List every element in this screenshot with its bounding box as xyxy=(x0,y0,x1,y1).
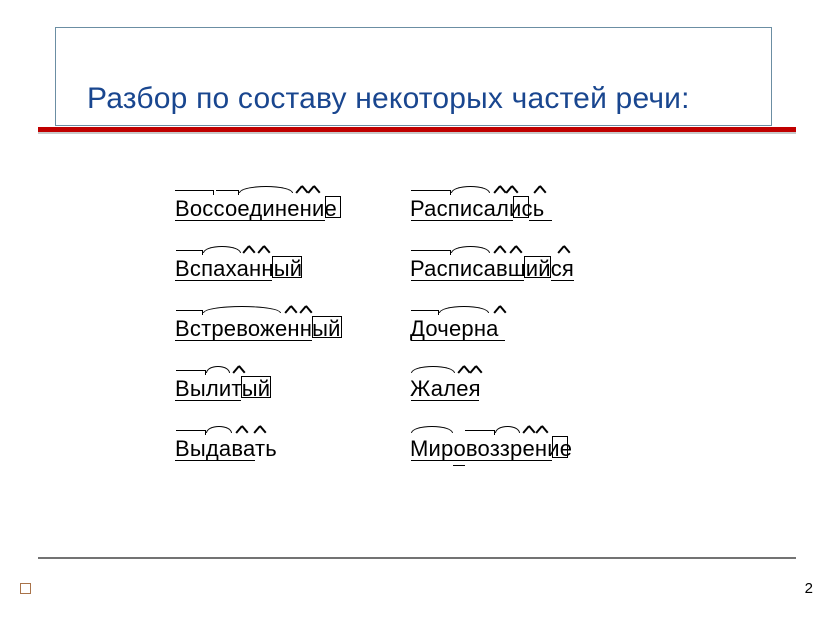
stem-underline xyxy=(175,340,312,341)
prefix-mark xyxy=(175,190,214,195)
morpheme-table: Воссоединение Расписались Вспаханный Рас… xyxy=(175,178,670,488)
root-arc xyxy=(411,426,453,433)
suffix-caret xyxy=(242,246,254,254)
prefix-mark xyxy=(176,370,206,375)
prefix-mark xyxy=(465,430,495,435)
ending-box xyxy=(312,316,342,338)
ending-box xyxy=(272,256,302,278)
stem-underline xyxy=(529,220,552,221)
connecting-vowel xyxy=(453,460,465,466)
suffix-caret xyxy=(469,366,481,374)
suffix-caret xyxy=(307,186,319,194)
suffix-caret xyxy=(557,246,569,254)
prefix-mark xyxy=(176,250,203,255)
footer-rule xyxy=(38,557,796,559)
ending-box xyxy=(241,376,271,398)
root-arc xyxy=(495,426,520,433)
footer-marker-icon xyxy=(20,583,31,594)
root-arc xyxy=(451,186,490,193)
ending-box xyxy=(325,196,341,218)
stem-underline xyxy=(551,280,574,281)
suffix-caret xyxy=(493,246,505,254)
suffix-caret xyxy=(509,246,521,254)
suffix-caret xyxy=(493,186,505,194)
ending-box xyxy=(513,196,529,218)
prefix-mark xyxy=(176,430,206,435)
root-arc xyxy=(206,366,230,373)
stem-underline xyxy=(411,220,513,221)
stem-underline xyxy=(465,460,552,461)
prefix-mark xyxy=(411,250,451,255)
suffix-caret xyxy=(295,186,307,194)
root-arc xyxy=(411,366,455,373)
ending-box xyxy=(552,436,568,458)
stem-underline xyxy=(411,340,505,341)
stem-underline xyxy=(175,400,241,401)
suffix-caret xyxy=(257,246,269,254)
stem-underline xyxy=(175,460,255,461)
word: Дочерна xyxy=(410,316,499,342)
stem-underline xyxy=(175,280,272,281)
table-row: Вспаханный Расписавшийся xyxy=(175,238,670,288)
root-arc xyxy=(451,246,490,253)
root-arc xyxy=(239,186,293,193)
suffix-caret xyxy=(505,186,517,194)
root-arc xyxy=(203,246,241,253)
word: Жалея xyxy=(410,376,481,402)
page-number: 2 xyxy=(805,580,813,597)
stem-underline xyxy=(411,280,524,281)
word: Выдавать xyxy=(175,436,277,462)
suffix-caret xyxy=(493,306,505,314)
root-arc xyxy=(206,426,232,433)
prefix-mark xyxy=(411,310,439,315)
suffix-caret xyxy=(253,426,265,434)
stem-underline xyxy=(411,460,453,461)
stem-underline xyxy=(411,400,479,401)
table-row: Вылитый Жалея xyxy=(175,358,670,408)
suffix-caret xyxy=(232,366,244,374)
slide-title: Разбор по составу некоторых частей речи: xyxy=(87,82,747,116)
suffix-caret xyxy=(522,426,534,434)
suffix-caret xyxy=(533,186,545,194)
root-arc xyxy=(439,306,489,313)
prefix-mark xyxy=(411,190,451,195)
table-row: Встревоженный Дочерна xyxy=(175,298,670,348)
suffix-caret xyxy=(299,306,311,314)
ending-box xyxy=(524,256,551,278)
prefix-mark xyxy=(176,310,203,315)
table-row: Воссоединение Расписались xyxy=(175,178,670,228)
suffix-caret xyxy=(284,306,296,314)
prefix-mark xyxy=(216,190,239,195)
suffix-caret xyxy=(235,426,247,434)
root-arc xyxy=(203,306,281,313)
word: Мировоззрение xyxy=(410,436,572,462)
stem-underline xyxy=(175,220,325,221)
suffix-caret xyxy=(457,366,469,374)
suffix-caret xyxy=(535,426,547,434)
accent-line-grey xyxy=(38,132,796,134)
word: Воссоединение xyxy=(175,196,337,222)
table-row: Выдавать Мировоззрение xyxy=(175,418,670,468)
